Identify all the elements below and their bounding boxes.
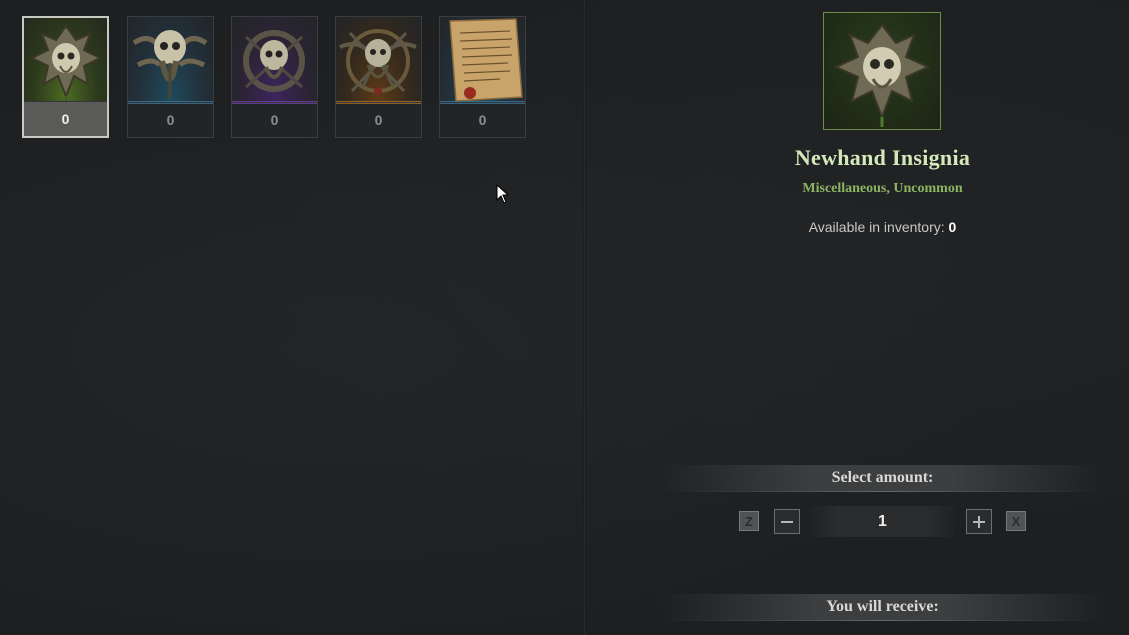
you-will-receive-header: You will receive: <box>660 594 1105 621</box>
skull-tentacles-icon <box>128 17 213 103</box>
select-amount-label: Select amount: <box>831 469 934 486</box>
amount-input[interactable]: 1 <box>810 506 955 537</box>
mouse-cursor-icon <box>496 184 510 204</box>
parchment-scroll-icon <box>440 17 525 103</box>
skull-insignia-icon <box>833 23 931 127</box>
item-count: 0 <box>232 102 317 137</box>
min-key-label: Z <box>745 513 753 529</box>
max-key-label: X <box>1011 513 1021 529</box>
you-will-receive-label: You will receive: <box>826 598 939 615</box>
inventory-label: Available in inventory: <box>808 219 945 235</box>
item-count: 0 <box>128 102 213 137</box>
plus-icon <box>973 515 985 528</box>
item-slot-skull-wreath[interactable]: 0 <box>231 16 318 138</box>
item-title: Newhand Insignia <box>794 145 971 170</box>
item-count: 0 <box>24 101 107 136</box>
skull-wreath-icon <box>232 17 317 103</box>
select-amount-header: Select amount: <box>660 465 1105 492</box>
amount-value: 1 <box>878 512 887 530</box>
item-slot-kraken-skull[interactable]: 0 <box>335 16 422 138</box>
item-slot-newhand-insignia[interactable]: 0 <box>22 16 109 138</box>
item-slot-skull-tentacles[interactable]: 0 <box>127 16 214 138</box>
item-count: 0 <box>336 102 421 137</box>
item-slot-parchment[interactable]: 0 <box>439 16 526 138</box>
item-detail-image <box>823 12 941 130</box>
octopus-skull-icon <box>336 17 421 103</box>
skull-insignia-icon <box>24 18 107 104</box>
panel-divider <box>583 0 586 635</box>
decrease-amount-button[interactable] <box>774 509 800 534</box>
minus-icon <box>781 520 793 523</box>
inventory-availability: Available in inventory: 0 <box>640 219 1125 235</box>
max-amount-key-button[interactable]: X <box>1006 511 1026 531</box>
exchange-screen: 0 0 0 0 0 Newhand Insignia Miscellaneous… <box>0 0 1129 635</box>
item-count: 0 <box>440 102 525 137</box>
inventory-count: 0 <box>948 219 957 235</box>
min-amount-key-button[interactable]: Z <box>739 511 759 531</box>
increase-amount-button[interactable] <box>966 509 992 534</box>
item-subtitle: Miscellaneous, Uncommon <box>802 181 963 196</box>
